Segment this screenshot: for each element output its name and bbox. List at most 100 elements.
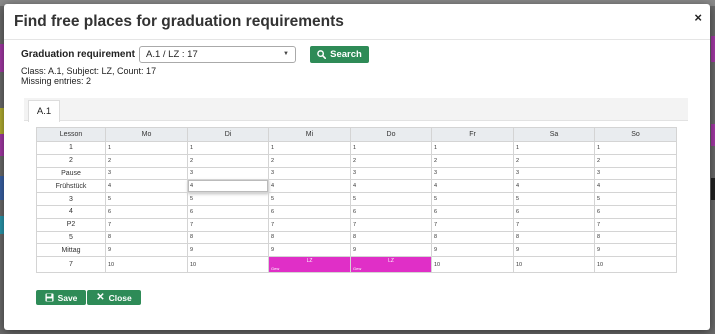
table-cell[interactable]: 10: [187, 256, 269, 274]
table-cell[interactable]: 6: [350, 204, 432, 219]
table-cell[interactable]: 8: [513, 230, 595, 245]
table-cell[interactable]: 2: [431, 153, 514, 168]
table-cell[interactable]: 9: [350, 243, 432, 258]
table-cell[interactable]: 2: [350, 153, 432, 168]
lz-entry-title: LZ: [388, 258, 394, 265]
lesson-label: 5: [36, 230, 106, 245]
table-cell[interactable]: 5: [431, 192, 514, 206]
table-cell[interactable]: 4: [431, 179, 514, 194]
table-cell[interactable]: 2: [187, 153, 269, 168]
table-cell[interactable]: 1: [350, 141, 432, 155]
table-cell[interactable]: 8: [431, 230, 514, 245]
table-cell[interactable]: 7: [350, 217, 432, 232]
background-strip: [711, 124, 715, 146]
column-header: Di: [187, 127, 269, 142]
table-cell[interactable]: 4: [268, 179, 351, 194]
column-header: Mo: [105, 127, 188, 142]
table-row: 5 8 8 8 8 8 8 8: [36, 230, 677, 245]
close-button[interactable]: ✕ Close: [87, 290, 141, 305]
table-cell[interactable]: 9: [431, 243, 514, 258]
search-button-label: Search: [330, 48, 362, 60]
table-cell[interactable]: 5: [350, 192, 432, 206]
tab-a1[interactable]: A.1: [28, 100, 60, 122]
table-cell[interactable]: 7: [513, 217, 595, 232]
table-cell[interactable]: 5: [594, 192, 677, 206]
table-cell[interactable]: 3: [268, 166, 351, 181]
table-cell[interactable]: 2: [105, 153, 188, 168]
table-cell[interactable]: 5: [105, 192, 188, 206]
table-cell[interactable]: 4: [513, 179, 595, 194]
table-cell[interactable]: 5: [268, 192, 351, 206]
table-cell[interactable]: 7: [105, 217, 188, 232]
table-cell[interactable]: 1: [268, 141, 351, 155]
table-cell[interactable]: 2: [513, 153, 595, 168]
lesson-label: P2: [36, 217, 106, 232]
table-cell[interactable]: 10: [513, 256, 595, 274]
table-cell[interactable]: 9: [268, 243, 351, 258]
close-icon: ✕: [96, 292, 105, 303]
table-cell[interactable]: 5: [187, 192, 269, 206]
dialog-footer-buttons: Save ✕ Close: [36, 290, 141, 305]
table-cell[interactable]: 3: [513, 166, 595, 181]
table-row: Pause 3 3 3 3 3 3 3: [36, 166, 677, 181]
table-cell[interactable]: 9: [187, 243, 269, 258]
table-cell[interactable]: 9: [105, 243, 188, 258]
floppy-disk-icon: [45, 293, 54, 302]
table-cell[interactable]: 4: [350, 179, 432, 194]
table-cell[interactable]: 6: [431, 204, 514, 219]
table-cell[interactable]: 7: [594, 217, 677, 232]
table-header-row: Lesson Mo Di Mi Do Fr Sa So: [36, 127, 677, 142]
table-cell[interactable]: 1: [187, 141, 269, 155]
column-header: Mi: [268, 127, 351, 142]
table-cell[interactable]: 1: [594, 141, 677, 155]
table-cell[interactable]: 8: [105, 230, 188, 245]
lz-entry-cell[interactable]: LZ Gew: [268, 256, 351, 274]
table-cell[interactable]: 6: [513, 204, 595, 219]
table-cell[interactable]: 7: [187, 217, 269, 232]
table-cell[interactable]: 8: [350, 230, 432, 245]
table-cell[interactable]: 9: [594, 243, 677, 258]
close-icon[interactable]: ×: [694, 10, 702, 25]
table-cell[interactable]: 8: [187, 230, 269, 245]
table-cell[interactable]: 2: [268, 153, 351, 168]
lesson-label: 1: [36, 141, 106, 155]
table-cell[interactable]: 6: [105, 204, 188, 219]
table-cell[interactable]: 4: [594, 179, 677, 194]
table-cell[interactable]: 1: [431, 141, 514, 155]
table-cell[interactable]: 10: [431, 256, 514, 274]
save-button[interactable]: Save: [36, 290, 86, 305]
table-cell[interactable]: 1: [105, 141, 188, 155]
table-cell[interactable]: 2: [594, 153, 677, 168]
table-cell[interactable]: 4: [105, 179, 188, 194]
table-cell[interactable]: 7: [268, 217, 351, 232]
table-row: Mittag 9 9 9 9 9 9 9: [36, 243, 677, 258]
table-cell[interactable]: 1: [513, 141, 595, 155]
table-cell-hovered[interactable]: 4: [187, 179, 269, 194]
table-row: 7 10 10 LZ Gew LZ Gew 10 10 10: [36, 256, 677, 274]
table-cell[interactable]: 8: [268, 230, 351, 245]
table-cell[interactable]: 7: [431, 217, 514, 232]
search-icon: [317, 49, 327, 59]
table-cell[interactable]: 6: [187, 204, 269, 219]
table-cell[interactable]: 3: [187, 166, 269, 181]
background-strip: [711, 178, 715, 200]
table-cell[interactable]: 3: [594, 166, 677, 181]
table-cell[interactable]: 10: [594, 256, 677, 274]
table-cell[interactable]: 10: [105, 256, 188, 274]
table-cell[interactable]: 3: [350, 166, 432, 181]
table-cell[interactable]: 9: [513, 243, 595, 258]
save-button-label: Save: [57, 292, 78, 303]
table-cell[interactable]: 6: [594, 204, 677, 219]
table-row: P2 7 7 7 7 7 7 7: [36, 217, 677, 232]
search-button[interactable]: Search: [310, 45, 369, 63]
background-strip: [711, 36, 715, 62]
table-cell[interactable]: 3: [431, 166, 514, 181]
lz-entry-cell[interactable]: LZ Gew: [350, 256, 432, 274]
lesson-label: 3: [36, 192, 106, 206]
column-header: Sa: [513, 127, 595, 142]
requirement-select[interactable]: A.1 / LZ : 17 ▼: [139, 45, 296, 63]
table-cell[interactable]: 6: [268, 204, 351, 219]
table-cell[interactable]: 3: [105, 166, 188, 181]
table-cell[interactable]: 5: [513, 192, 595, 206]
table-cell[interactable]: 8: [594, 230, 677, 245]
